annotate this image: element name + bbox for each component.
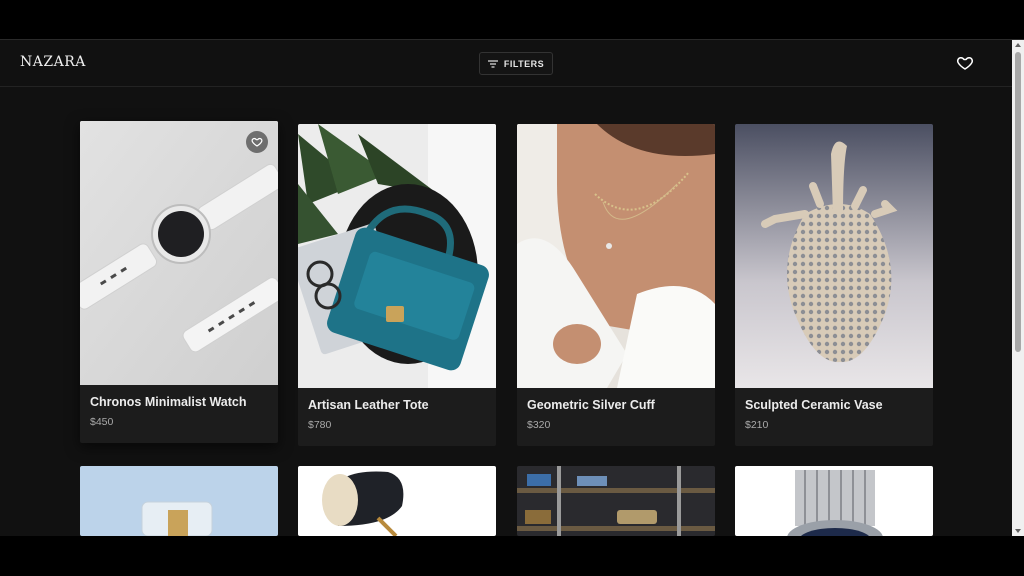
- product-price: $450: [90, 416, 114, 428]
- product-price: $320: [527, 419, 551, 431]
- product-image: [517, 124, 715, 388]
- vase-image: [735, 124, 933, 388]
- scroll-up-arrow-icon[interactable]: [1015, 43, 1021, 47]
- lamp-image: [298, 466, 496, 536]
- heart-icon: [956, 57, 974, 70]
- filters-button[interactable]: FILTERS: [479, 52, 553, 75]
- product-name[interactable]: Artisan Leather Tote: [308, 398, 486, 412]
- product-card[interactable]: [517, 466, 715, 536]
- product-name[interactable]: Geometric Silver Cuff: [527, 398, 705, 412]
- filters-label: FILTERS: [503, 58, 545, 69]
- product-image: [80, 466, 278, 536]
- site-header: NAZARA FILTERS: [0, 40, 1012, 87]
- handbag-image: [298, 124, 496, 388]
- product-card[interactable]: Sculpted Ceramic Vase $210: [735, 124, 933, 446]
- brand-logo[interactable]: NAZARA: [20, 54, 86, 70]
- favorite-toggle[interactable]: [246, 131, 268, 153]
- perfume-image: [80, 466, 278, 536]
- closet-image: [517, 466, 715, 536]
- product-card[interactable]: [80, 466, 278, 536]
- wristwatch-image: [735, 466, 933, 536]
- product-image: [735, 466, 933, 536]
- watch-image: [80, 121, 278, 385]
- product-card[interactable]: Artisan Leather Tote $780: [298, 124, 496, 446]
- wishlist-button[interactable]: [956, 54, 974, 72]
- browser-viewport: NAZARA FILTERS Chronos Minimalist Watch …: [0, 39, 1024, 536]
- product-price: $210: [745, 419, 769, 431]
- product-card[interactable]: [298, 466, 496, 536]
- necklace-image: [517, 124, 715, 388]
- product-card[interactable]: Chronos Minimalist Watch $450: [80, 121, 278, 443]
- page-scrollbar[interactable]: [1012, 40, 1024, 536]
- heart-icon: [251, 137, 263, 147]
- product-image: [80, 121, 278, 385]
- product-image: [735, 124, 933, 388]
- product-price: $780: [308, 419, 332, 431]
- product-name[interactable]: Sculpted Ceramic Vase: [745, 398, 923, 412]
- product-image: [517, 466, 715, 536]
- scroll-down-arrow-icon[interactable]: [1015, 529, 1021, 533]
- product-card[interactable]: [735, 466, 933, 536]
- filter-icon: [487, 59, 498, 68]
- scrollbar-thumb[interactable]: [1015, 52, 1021, 352]
- product-card[interactable]: Geometric Silver Cuff $320: [517, 124, 715, 446]
- product-image: [298, 124, 496, 388]
- product-image: [298, 466, 496, 536]
- product-name[interactable]: Chronos Minimalist Watch: [90, 395, 268, 409]
